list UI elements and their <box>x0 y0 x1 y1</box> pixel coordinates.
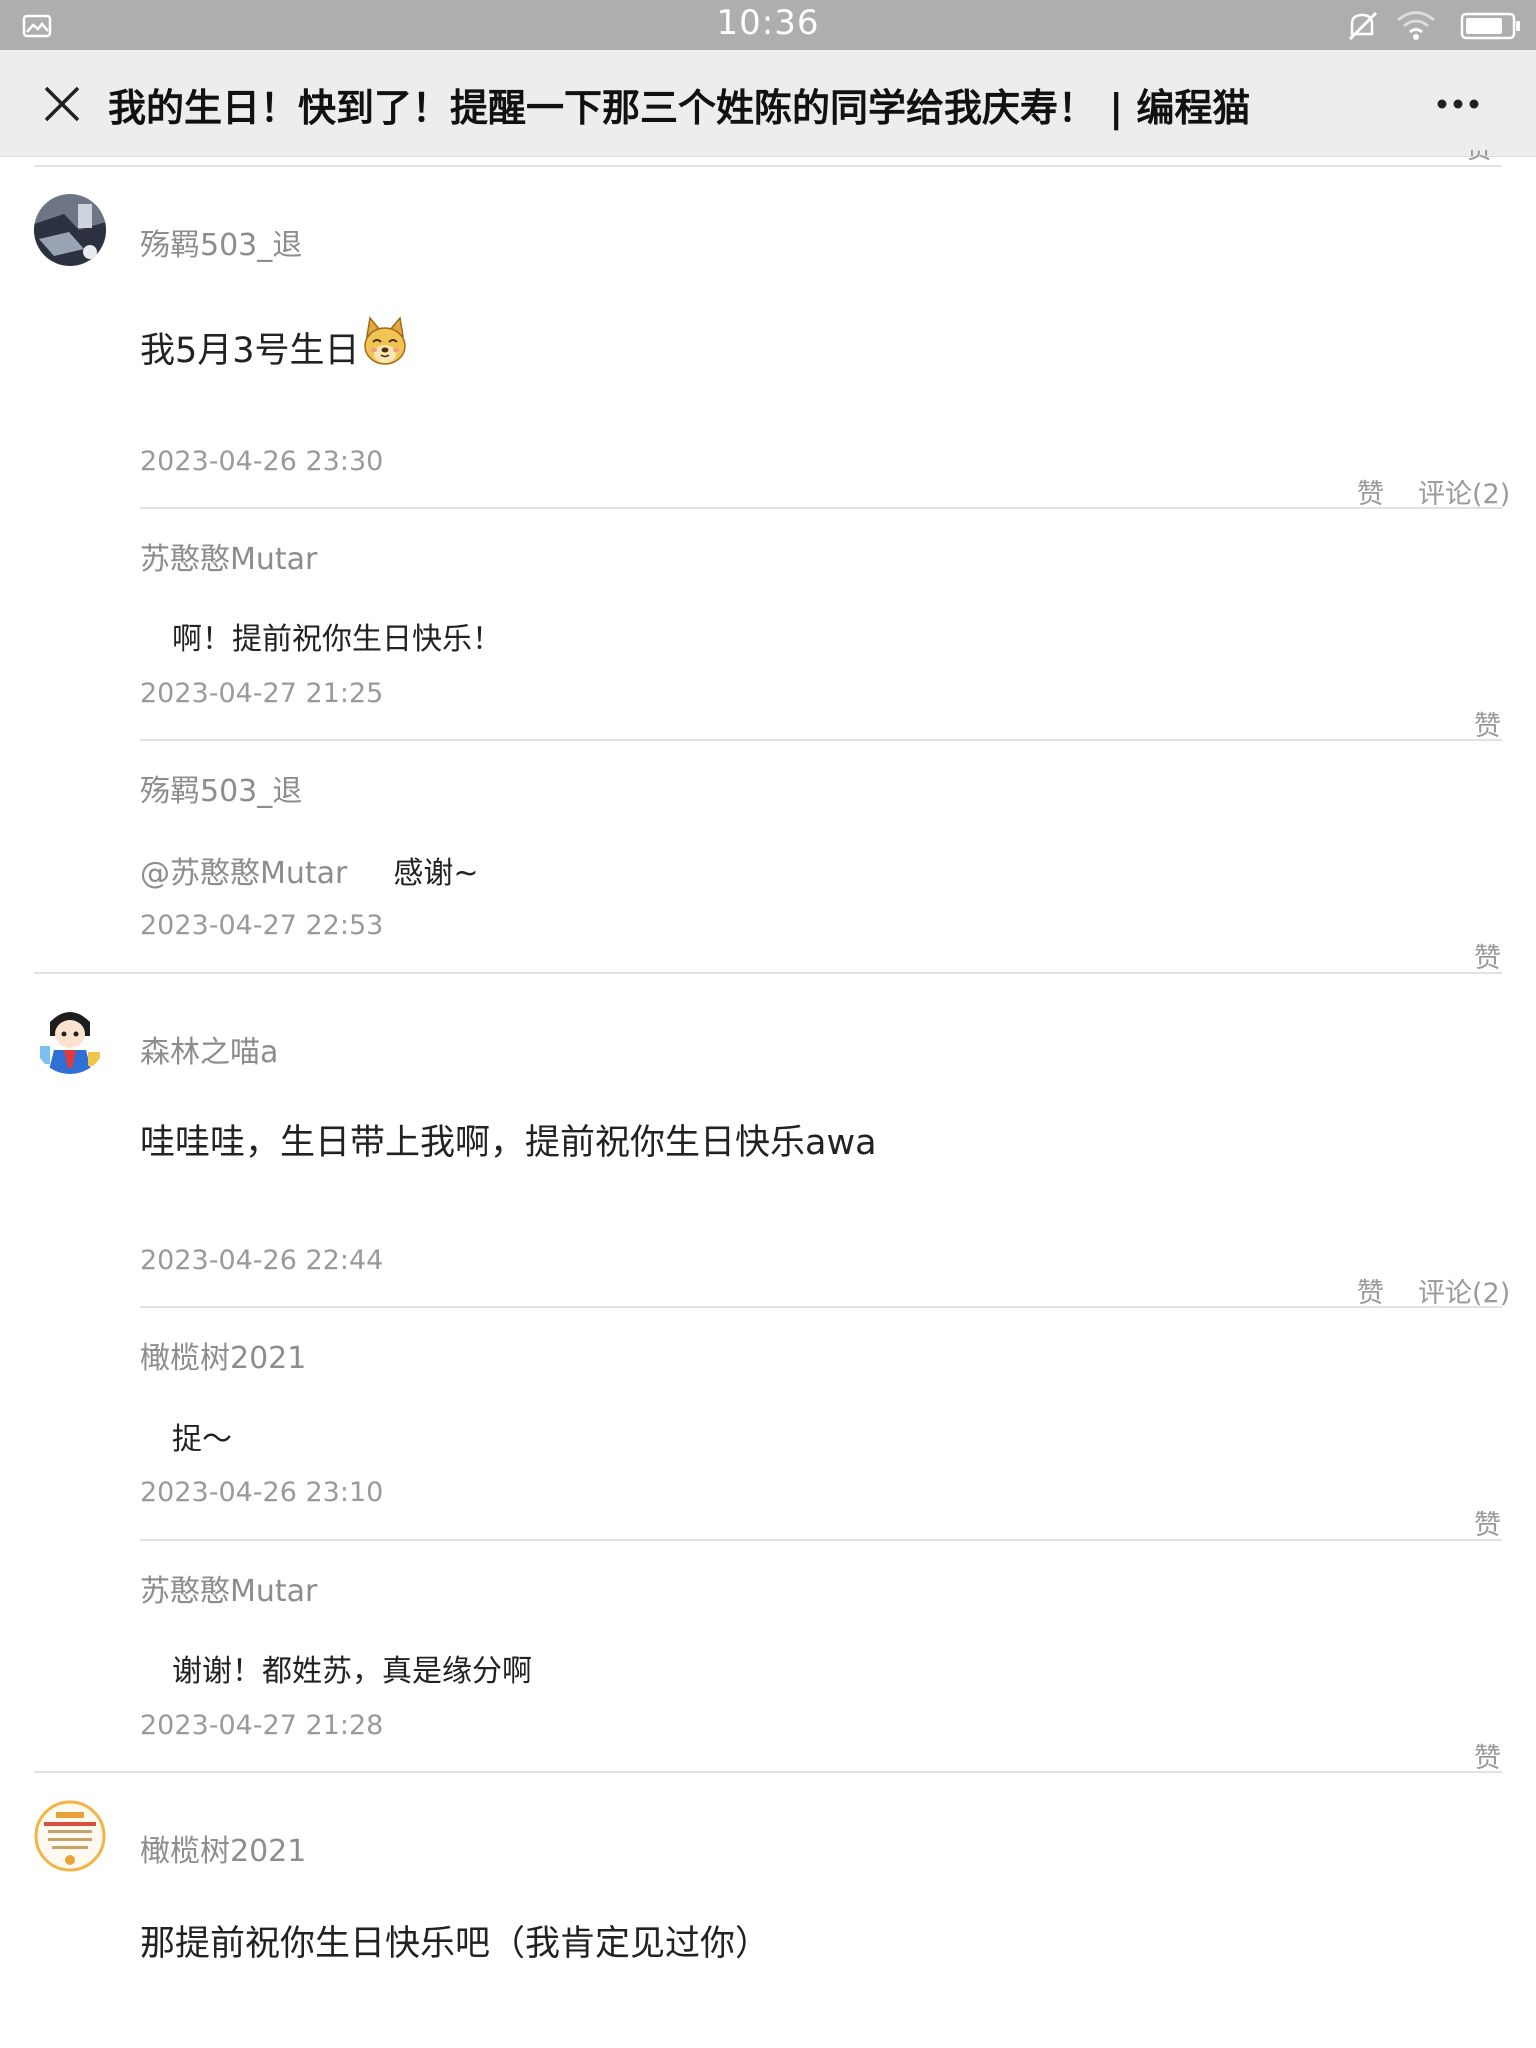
divider <box>140 739 1502 741</box>
comment-text-value: 我5月3号生日 <box>140 331 360 371</box>
close-button[interactable] <box>38 80 86 128</box>
battery-icon <box>1460 12 1520 40</box>
reply-count-button[interactable]: 评论(2) <box>1418 472 1510 511</box>
avatar[interactable] <box>34 1002 106 1074</box>
reply-text: 捉～ <box>172 1422 232 1457</box>
avatar[interactable] <box>34 194 106 266</box>
comment-username[interactable]: 殇羁503_退 <box>140 220 302 264</box>
page-title: 我的生日！快到了！提醒一下那三个姓陈的同学给我庆寿！ | 编程猫 <box>108 86 1251 130</box>
status-time: 10:36 <box>716 3 820 43</box>
like-button[interactable]: 赞 <box>1357 1271 1384 1310</box>
reply-username[interactable]: 殇羁503_退 <box>140 766 302 810</box>
reply-username[interactable]: 橄榄树2021 <box>140 1333 306 1377</box>
close-icon <box>44 86 80 122</box>
comment-text: 那提前祝你生日快乐吧（我肯定见过你） <box>140 1924 771 1964</box>
like-button[interactable]: 赞 <box>1357 472 1384 511</box>
comment-text: 我5月3号生日 <box>140 316 408 373</box>
reply-count-button[interactable]: 评论(2) <box>1418 1271 1510 1310</box>
divider <box>140 1539 1502 1541</box>
comment-text: 哇哇哇，生日带上我啊，提前祝你生日快乐awa <box>140 1123 877 1163</box>
divider <box>140 507 1502 509</box>
like-button[interactable]: 赞 <box>1474 1503 1501 1542</box>
mention-link[interactable]: @苏憨憨Mutar <box>140 856 347 891</box>
reply-time: 2023-04-27 21:25 <box>140 678 384 709</box>
reply-text: 啊！提前祝你生日快乐！ <box>172 622 502 657</box>
comment-time: 2023-04-26 22:44 <box>140 1245 384 1276</box>
reply-time: 2023-04-27 22:53 <box>140 910 384 941</box>
reply-username[interactable]: 苏憨憨Mutar <box>140 1566 317 1610</box>
divider <box>140 1306 1502 1308</box>
reply-time: 2023-04-26 23:10 <box>140 1477 384 1508</box>
more-icon <box>1437 99 1479 109</box>
status-bar: 10:36 <box>0 0 1536 50</box>
reply-text-value: 感谢~ <box>393 856 479 891</box>
like-button[interactable]: 赞 <box>1474 704 1501 743</box>
title-bar: 我的生日！快到了！提醒一下那三个姓陈的同学给我庆寿！ | 编程猫 <box>0 50 1536 157</box>
like-button[interactable]: 赞 <box>1474 1736 1501 1775</box>
divider <box>34 972 1502 974</box>
divider <box>34 165 1502 167</box>
avatar[interactable] <box>34 1800 106 1872</box>
reply-time: 2023-04-27 21:28 <box>140 1710 384 1741</box>
reply-text: 谢谢！都姓苏，真是缘分啊 <box>172 1654 532 1689</box>
comment-username[interactable]: 森林之喵a <box>140 1027 278 1071</box>
mute-icon <box>1348 11 1378 41</box>
wifi-icon <box>1397 11 1435 40</box>
dog-emoji-icon <box>363 316 406 365</box>
previous-item-fragment: 赞 <box>1466 150 1496 164</box>
comment-time: 2023-04-26 23:30 <box>140 446 384 477</box>
reply-text: @苏憨憨Mutar 感谢~ <box>140 848 479 892</box>
like-button[interactable]: 赞 <box>1474 936 1501 975</box>
more-button[interactable] <box>1428 84 1488 124</box>
comment-username[interactable]: 橄榄树2021 <box>140 1826 306 1870</box>
divider <box>34 1771 1502 1773</box>
reply-username[interactable]: 苏憨憨Mutar <box>140 534 317 578</box>
